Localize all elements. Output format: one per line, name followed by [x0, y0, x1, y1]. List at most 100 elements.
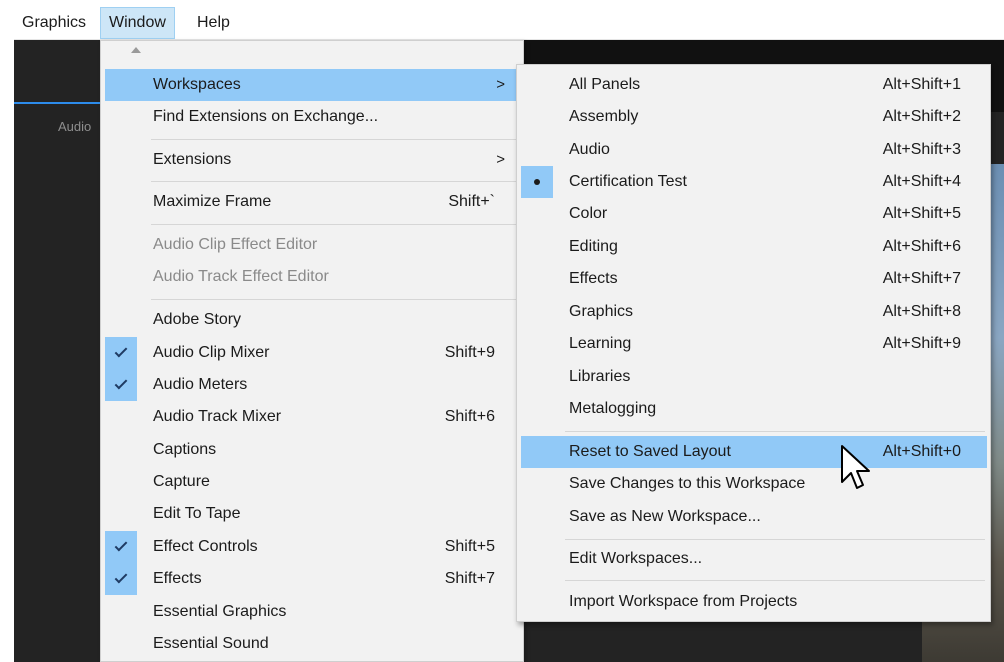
menu-item-audio-meters[interactable]: Audio Meters: [105, 369, 519, 401]
menu-item-shortcut: Shift+6: [444, 408, 495, 425]
menu-item-workspaces[interactable]: Workspaces >: [105, 69, 519, 101]
menu-graphics[interactable]: Graphics: [14, 7, 94, 39]
menu-item-label: Adobe Story: [153, 311, 242, 328]
menu-item-shortcut: Alt+Shift+2: [882, 108, 961, 125]
menu-item-shortcut: Alt+Shift+3: [882, 141, 961, 158]
menu-item-label: Edit Workspaces...: [569, 550, 703, 567]
menu-item-label: Find Extensions on Exchange...: [153, 108, 379, 125]
menu-item-shortcut: Shift+5: [444, 538, 495, 555]
menu-item-capture[interactable]: Capture: [105, 466, 519, 498]
menu-item-label: Capture: [153, 473, 210, 490]
menu-item-label: Import Workspace from Projects: [569, 593, 798, 610]
menu-item-shortcut: Shift+7: [444, 570, 495, 587]
workspaces-submenu: All Panels Alt+Shift+1 Assembly Alt+Shif…: [516, 64, 991, 622]
submenu-arrow-icon: >: [496, 151, 505, 168]
menu-item-shortcut: Alt+Shift+6: [882, 238, 961, 255]
menu-item-effect-controls[interactable]: Effect Controls Shift+5: [105, 531, 519, 563]
checkmark-gutter: [105, 369, 137, 401]
menu-item-label: Audio: [569, 141, 610, 158]
menu-item-label: Maximize Frame: [153, 193, 272, 210]
menu-item-label: Essential Sound: [153, 635, 269, 652]
workspace-item-metalogging[interactable]: Metalogging: [521, 393, 987, 425]
checkmark-gutter: [105, 563, 137, 595]
menu-item-shortcut: Alt+Shift+9: [882, 335, 961, 352]
menu-item-find-extensions[interactable]: Find Extensions on Exchange...: [105, 101, 519, 133]
menu-item-effects[interactable]: Effects Shift+7: [105, 563, 519, 595]
menu-item-label: Metalogging: [569, 400, 657, 417]
workspace-item-edit-workspaces[interactable]: Edit Workspaces...: [521, 543, 987, 575]
checkmark-gutter: [105, 531, 137, 563]
menu-item-label: Audio Clip Mixer: [153, 344, 270, 361]
menu-item-audio-clip-mixer[interactable]: Audio Clip Mixer Shift+9: [105, 337, 519, 369]
menu-item-extensions[interactable]: Extensions >: [105, 144, 519, 176]
menu-separator: [565, 539, 985, 540]
menu-item-audio-clip-effect-editor[interactable]: Audio Clip Effect Editor: [105, 229, 519, 261]
menu-item-shortcut: Alt+Shift+4: [882, 173, 961, 190]
menu-item-label: Effect Controls: [153, 538, 258, 555]
workspace-item-graphics[interactable]: Graphics Alt+Shift+8: [521, 296, 987, 328]
workspace-item-editing[interactable]: Editing Alt+Shift+6: [521, 231, 987, 263]
menu-item-label: Essential Graphics: [153, 603, 287, 620]
menu-help[interactable]: Help: [189, 7, 238, 39]
menu-item-label: Graphics: [569, 303, 634, 320]
menu-item-label: Editing: [569, 238, 618, 255]
menu-separator: [151, 181, 519, 182]
menu-separator: [565, 431, 985, 432]
menu-item-label: Save Changes to this Workspace: [569, 475, 806, 492]
menu-item-audio-track-mixer[interactable]: Audio Track Mixer Shift+6: [105, 401, 519, 433]
menu-item-essential-graphics[interactable]: Essential Graphics: [105, 596, 519, 628]
panel-tab-label[interactable]: Audio: [58, 119, 91, 134]
menu-item-label: Certification Test: [569, 173, 687, 190]
workspace-item-save-as-new[interactable]: Save as New Workspace...: [521, 501, 987, 533]
menu-separator: [565, 580, 985, 581]
menu-item-label: All Panels: [569, 76, 641, 93]
menu-item-shortcut: Shift+9: [444, 344, 495, 361]
workspace-item-effects[interactable]: Effects Alt+Shift+7: [521, 263, 987, 295]
checkmark-icon: [114, 376, 128, 390]
menu-item-maximize-frame[interactable]: Maximize Frame Shift+`: [105, 186, 519, 218]
menu-item-label: Learning: [569, 335, 632, 352]
menu-item-label: Assembly: [569, 108, 639, 125]
active-panel-indicator: [14, 102, 102, 104]
menu-item-label: Audio Track Mixer: [153, 408, 282, 425]
checkmark-icon: [114, 570, 128, 584]
menu-item-label: Audio Track Effect Editor: [153, 268, 329, 285]
menu-item-edit-to-tape[interactable]: Edit To Tape: [105, 498, 519, 530]
menu-item-shortcut: Shift+`: [448, 193, 495, 210]
menu-item-label: Save as New Workspace...: [569, 508, 761, 525]
menu-item-audio-track-effect-editor[interactable]: Audio Track Effect Editor: [105, 261, 519, 293]
menu-bar: Graphics Window Help: [14, 6, 1004, 40]
menu-item-label: Edit To Tape: [153, 505, 241, 522]
menu-item-essential-sound[interactable]: Essential Sound: [105, 628, 519, 660]
scroll-up-arrow-icon[interactable]: [131, 47, 141, 53]
workspace-item-all-panels[interactable]: All Panels Alt+Shift+1: [521, 69, 987, 101]
menu-item-shortcut: Alt+Shift+7: [882, 270, 961, 287]
menu-item-label: Audio Meters: [153, 376, 248, 393]
menu-window[interactable]: Window: [100, 7, 175, 39]
menu-item-shortcut: Alt+Shift+5: [882, 205, 961, 222]
workspace-item-assembly[interactable]: Assembly Alt+Shift+2: [521, 101, 987, 133]
submenu-arrow-icon: >: [496, 76, 505, 93]
workspace-item-import-from-projects[interactable]: Import Workspace from Projects: [521, 586, 987, 618]
workspace-item-libraries[interactable]: Libraries: [521, 361, 987, 393]
menu-separator: [151, 139, 519, 140]
workspace-item-certification-test[interactable]: Certification Test Alt+Shift+4: [521, 166, 987, 198]
workspace-item-reset-to-saved-layout[interactable]: Reset to Saved Layout Alt+Shift+0: [521, 436, 987, 468]
menu-item-label: Effects: [569, 270, 618, 287]
menu-item-label: Captions: [153, 441, 217, 458]
workspace-item-audio[interactable]: Audio Alt+Shift+3: [521, 134, 987, 166]
menu-item-label: Libraries: [569, 368, 631, 385]
workspace-item-learning[interactable]: Learning Alt+Shift+9: [521, 328, 987, 360]
menu-item-adobe-story[interactable]: Adobe Story: [105, 304, 519, 336]
workspace-item-save-changes[interactable]: Save Changes to this Workspace: [521, 468, 987, 500]
window-menu-dropdown: Workspaces > Find Extensions on Exchange…: [100, 40, 524, 662]
workspace-item-color[interactable]: Color Alt+Shift+5: [521, 198, 987, 230]
menu-separator: [151, 299, 519, 300]
window-edge: [0, 0, 14, 662]
radio-dot-icon: [534, 179, 540, 185]
menu-item-shortcut: Alt+Shift+8: [882, 303, 961, 320]
menu-item-captions[interactable]: Captions: [105, 434, 519, 466]
menu-item-label: Color: [569, 205, 608, 222]
mouse-pointer-icon: [841, 445, 870, 489]
menu-item-shortcut: Alt+Shift+1: [882, 76, 961, 93]
